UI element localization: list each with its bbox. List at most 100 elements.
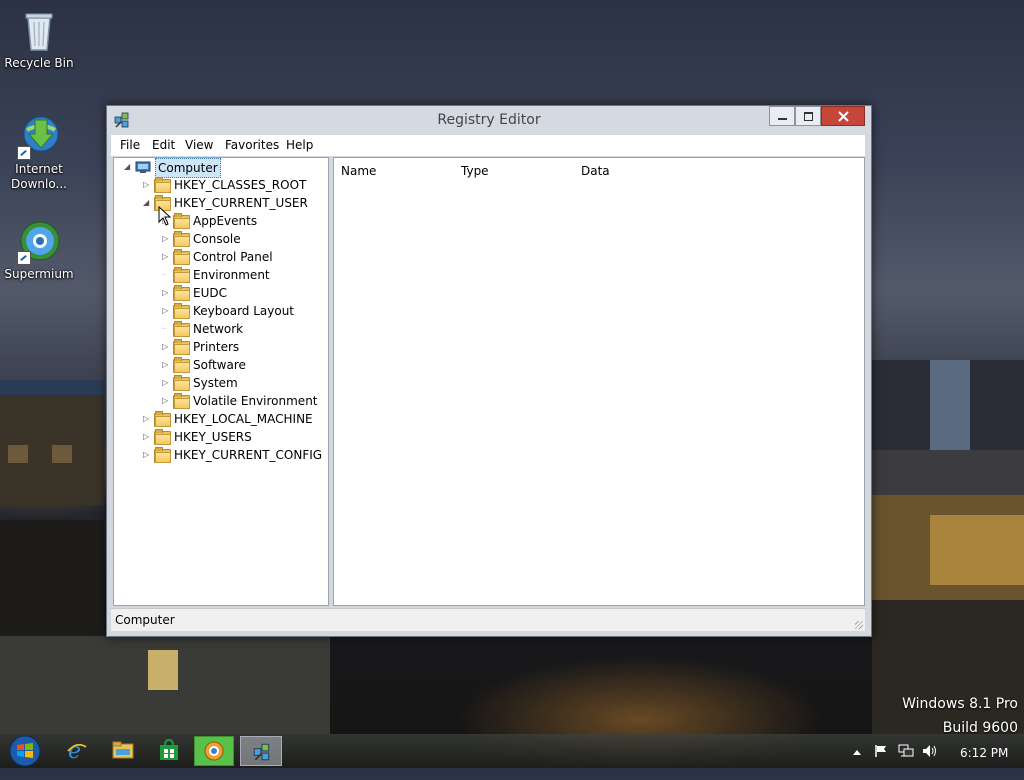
collapse-arrow-icon[interactable]: ◢ — [124, 158, 134, 176]
mouse-cursor-icon — [158, 206, 172, 226]
tree-node-label: HKEY_CURRENT_CONFIG — [174, 448, 323, 462]
maximize-button[interactable] — [795, 106, 821, 126]
menu-bar: File Edit View Favorites Help — [111, 135, 865, 156]
folder-icon — [173, 285, 190, 301]
supermium-icon — [15, 217, 63, 265]
folder-icon — [154, 429, 171, 445]
folder-icon — [173, 339, 190, 355]
tree-node-label: Console — [193, 232, 241, 246]
tree-node-label: Control Panel — [193, 250, 273, 264]
folder-icon — [173, 321, 190, 337]
tray-overflow-icon[interactable] — [852, 746, 862, 780]
folder-icon — [173, 231, 190, 247]
maximize-icon — [804, 112, 813, 121]
internet-explorer-icon: e — [67, 739, 87, 764]
expand-arrow-icon[interactable]: ▷ — [143, 410, 153, 428]
taskbar-supermium[interactable] — [194, 736, 234, 766]
folder-icon — [173, 393, 190, 409]
recycle-bin-icon — [15, 6, 63, 54]
tree-node-label: AppEvents — [193, 214, 258, 228]
store-icon — [160, 738, 178, 760]
expand-arrow-icon[interactable]: ▷ — [162, 374, 172, 392]
expand-arrow-icon[interactable]: ▷ — [162, 248, 172, 266]
folder-icon — [173, 267, 190, 283]
expand-arrow-icon[interactable]: ▷ — [162, 284, 172, 302]
collapse-arrow-icon[interactable]: ◢ — [143, 194, 153, 212]
expand-arrow-icon[interactable]: ▷ — [162, 302, 172, 320]
start-button[interactable] — [8, 735, 42, 767]
desktop-icon-supermium[interactable]: Supermium — [1, 217, 77, 282]
desktop-icon-label: Supermium — [4, 267, 74, 281]
desktop-icon-label: Internet Downlo... — [11, 162, 67, 191]
folder-icon — [154, 411, 171, 427]
column-header-data[interactable]: Data — [581, 164, 610, 178]
registry-tree[interactable]: ◢ Computer ▷ HKEY_CLASSES_ROOT ◢ HKEY_CU… — [113, 157, 329, 606]
tree-node-label: Network — [193, 322, 244, 336]
close-icon — [838, 111, 849, 122]
desktop-icon-recycle-bin[interactable]: Recycle Bin — [1, 6, 77, 71]
taskbar-store[interactable] — [158, 738, 180, 767]
title-bar[interactable]: Registry Editor — [107, 106, 871, 135]
menu-favorites[interactable]: Favorites — [225, 138, 279, 152]
internet-download-manager-icon — [15, 112, 63, 160]
taskbar-clock[interactable]: 6:12 PM — [960, 746, 1008, 760]
tree-node-label: EUDC — [193, 286, 227, 300]
tree-node-label: Software — [193, 358, 246, 372]
windows-start-icon — [9, 735, 41, 767]
tree-node-label: System — [193, 376, 238, 390]
shortcut-arrow-icon — [17, 146, 31, 160]
expand-arrow-icon[interactable]: ▷ — [162, 230, 172, 248]
tree-node-label: HKEY_USERS — [174, 430, 252, 444]
registry-editor-icon — [253, 743, 270, 761]
folder-icon — [173, 303, 190, 319]
status-path: Computer — [115, 613, 175, 627]
os-watermark-edition: Windows 8.1 Pro — [902, 696, 1018, 712]
tree-node-label: HKEY_CURRENT_USER — [174, 196, 308, 210]
tree-node-label: Printers — [193, 340, 240, 354]
shortcut-arrow-icon — [17, 251, 31, 265]
column-header-type[interactable]: Type — [461, 164, 489, 178]
network-icon[interactable] — [898, 744, 914, 778]
expand-arrow-icon[interactable]: ▷ — [143, 446, 153, 464]
folder-icon — [173, 375, 190, 391]
volume-icon[interactable] — [922, 744, 938, 778]
registry-editor-window: Registry Editor File Edit View Favorites… — [106, 105, 872, 637]
expand-arrow-icon[interactable]: ▷ — [143, 176, 153, 194]
folder-icon — [154, 177, 171, 193]
close-button[interactable] — [821, 106, 865, 126]
folder-icon — [173, 357, 190, 373]
desktop-icon-internet-download[interactable]: Internet Downlo... — [1, 112, 77, 192]
tree-node-label: HKEY_LOCAL_MACHINE — [174, 412, 313, 426]
taskbar-internet-explorer[interactable]: e — [66, 739, 88, 767]
browser-icon — [204, 741, 224, 761]
tree-node-label: Environment — [193, 268, 270, 282]
folder-icon — [173, 213, 190, 229]
status-bar: Computer — [111, 608, 865, 631]
resize-grip-icon[interactable] — [855, 621, 863, 629]
computer-icon — [135, 161, 151, 173]
menu-view[interactable]: View — [185, 138, 213, 152]
minimize-icon — [778, 118, 787, 120]
menu-help[interactable]: Help — [286, 138, 313, 152]
expand-arrow-icon[interactable]: ▷ — [143, 428, 153, 446]
values-list[interactable]: Name Type Data — [333, 157, 865, 606]
expand-arrow-icon[interactable]: ▷ — [162, 338, 172, 356]
folder-icon — [173, 249, 190, 265]
window-title: Registry Editor — [437, 112, 541, 128]
minimize-button[interactable] — [769, 106, 795, 126]
action-center-flag-icon[interactable] — [874, 744, 888, 778]
tree-node-label: HKEY_CLASSES_ROOT — [174, 178, 307, 192]
menu-file[interactable]: File — [120, 138, 140, 152]
expand-arrow-icon[interactable]: ▷ — [162, 392, 172, 410]
taskbar-registry-editor[interactable] — [240, 736, 282, 766]
tree-node-label: Volatile Environment — [193, 394, 318, 408]
column-header-name[interactable]: Name — [341, 164, 376, 178]
taskbar: e 6:12 PM — [0, 734, 1024, 768]
taskbar-file-explorer[interactable] — [112, 740, 134, 768]
menu-edit[interactable]: Edit — [152, 138, 175, 152]
folder-icon — [154, 447, 171, 463]
tree-node-label: Keyboard Layout — [193, 304, 295, 318]
expand-arrow-icon[interactable]: ▷ — [162, 356, 172, 374]
tree-node-label: Computer — [155, 158, 221, 178]
file-explorer-icon — [112, 741, 134, 759]
